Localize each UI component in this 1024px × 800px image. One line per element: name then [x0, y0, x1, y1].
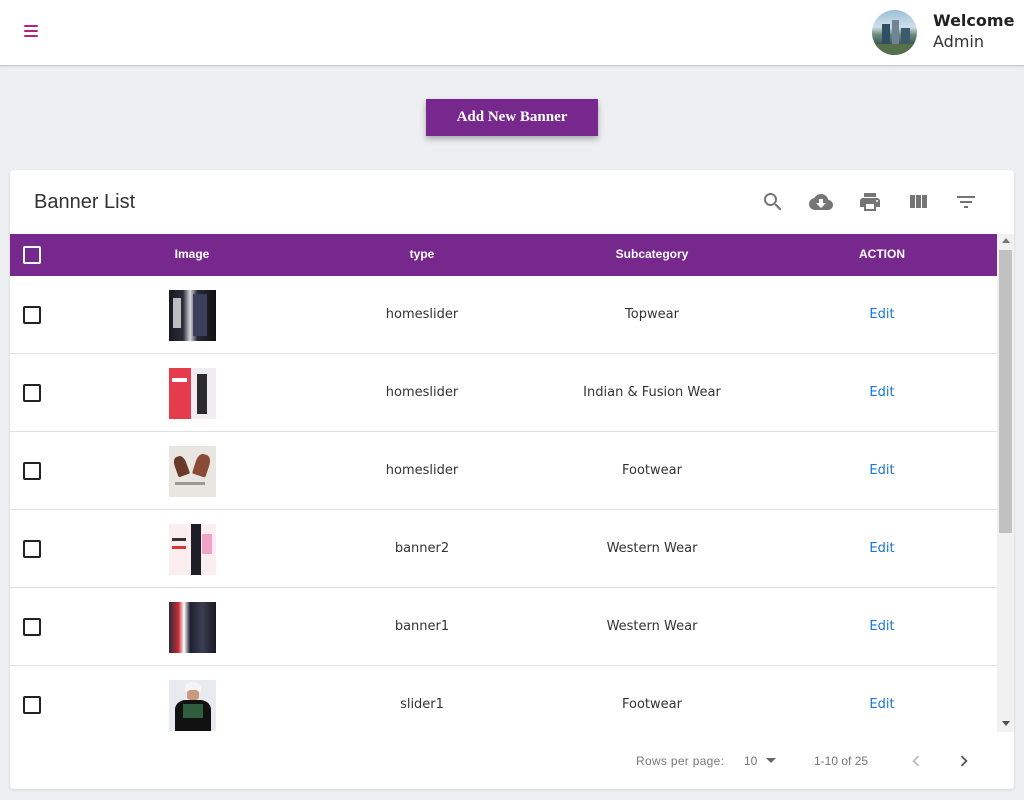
table-header: Image type Subcategory ACTION: [10, 234, 997, 276]
subcategory-cell: Footwear: [622, 697, 682, 712]
rows-per-page-label: Rows per page:: [636, 754, 725, 768]
type-cell: homeslider: [385, 385, 459, 400]
search-icon[interactable]: [761, 190, 785, 214]
select-all-checkbox[interactable]: [23, 246, 41, 264]
table-row: homeslider Footwear Edit: [10, 432, 997, 510]
previous-page-button[interactable]: [905, 750, 927, 772]
type-cell: slider1: [400, 697, 444, 712]
subcategory-cell: Western Wear: [606, 619, 698, 634]
edit-link[interactable]: Edit: [869, 463, 894, 478]
view-columns-icon[interactable]: [906, 190, 930, 214]
chevron-left-icon: [912, 755, 920, 767]
edit-link[interactable]: Edit: [869, 619, 894, 634]
table-row: banner2 Western Wear Edit: [10, 510, 997, 588]
table-row: slider1 Footwear Edit: [10, 666, 997, 732]
scroll-down-arrow-icon[interactable]: [1002, 721, 1010, 726]
row-checkbox[interactable]: [23, 384, 41, 402]
edit-link[interactable]: Edit: [869, 541, 894, 556]
rows-per-page-value: 10: [744, 754, 758, 768]
table-scrollbar[interactable]: [997, 234, 1014, 732]
top-app-bar: Welcome Admin: [0, 0, 1024, 66]
row-checkbox[interactable]: [23, 306, 41, 324]
row-checkbox[interactable]: [23, 462, 41, 480]
column-header-image[interactable]: Image: [175, 247, 210, 261]
banner-thumbnail: [169, 368, 216, 419]
column-header-action: ACTION: [859, 247, 905, 261]
subcategory-cell: Western Wear: [606, 541, 698, 556]
add-new-banner-button[interactable]: Add New Banner: [426, 99, 598, 136]
user-name: Admin: [933, 32, 984, 51]
row-checkbox[interactable]: [23, 696, 41, 714]
row-checkbox[interactable]: [23, 618, 41, 636]
banner-thumbnail: [169, 524, 216, 575]
subcategory-cell: Indian & Fusion Wear: [583, 385, 721, 400]
banner-thumbnail: [169, 680, 216, 731]
print-icon[interactable]: [858, 190, 882, 214]
column-header-subcategory[interactable]: Subcategory: [616, 247, 689, 261]
table-row: homeslider Topwear Edit: [10, 276, 997, 354]
type-cell: homeslider: [385, 463, 459, 478]
edit-link[interactable]: Edit: [869, 385, 894, 400]
type-cell: banner1: [394, 619, 450, 634]
type-cell: banner2: [394, 541, 450, 556]
table-row: banner1 Western Wear Edit: [10, 588, 997, 666]
banner-thumbnail: [169, 602, 216, 653]
column-header-type[interactable]: type: [410, 247, 435, 261]
banner-thumbnail: [169, 446, 216, 497]
subcategory-cell: Topwear: [625, 307, 679, 322]
banner-list-card: Banner List Image type Subcategory ACTIO…: [10, 170, 1014, 789]
next-page-button[interactable]: [953, 750, 975, 772]
rows-per-page-select[interactable]: 10: [744, 752, 778, 770]
chevron-right-icon: [960, 755, 968, 767]
scroll-up-arrow-icon[interactable]: [1002, 238, 1010, 243]
banner-table: Image type Subcategory ACTION homeslider…: [10, 234, 997, 732]
banner-thumbnail: [169, 290, 216, 341]
filter-list-icon[interactable]: [954, 190, 978, 214]
dropdown-arrow-icon: [766, 758, 776, 763]
scrollbar-thumb[interactable]: [999, 250, 1012, 533]
table-row: homeslider Indian & Fusion Wear Edit: [10, 354, 997, 432]
avatar[interactable]: [872, 10, 917, 55]
edit-link[interactable]: Edit: [869, 307, 894, 322]
cloud-download-icon[interactable]: [809, 190, 833, 214]
welcome-text: Welcome: [933, 11, 1015, 30]
pagination-range: 1-10 of 25: [814, 754, 869, 768]
edit-link[interactable]: Edit: [869, 697, 894, 712]
row-checkbox[interactable]: [23, 540, 41, 558]
type-cell: homeslider: [385, 307, 459, 322]
card-title: Banner List: [34, 191, 136, 213]
subcategory-cell: Footwear: [622, 463, 682, 478]
hamburger-menu-icon[interactable]: [24, 24, 40, 38]
